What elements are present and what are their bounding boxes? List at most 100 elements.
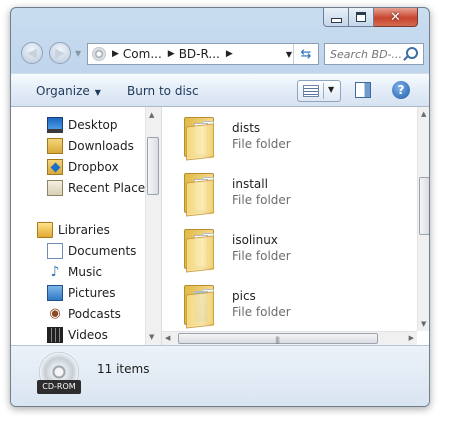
navigation-pane: Desktop Downloads Dropbox Recent Places …: [11, 107, 162, 345]
breadcrumb-chevron-icon[interactable]: ▶: [112, 49, 119, 59]
preview-pane-button[interactable]: [355, 82, 371, 98]
libraries-icon: [37, 222, 53, 238]
search-input[interactable]: [330, 47, 410, 61]
horizontal-scrollbar[interactable]: ◀ ||| ▶: [162, 331, 417, 345]
scrollbar-thumb[interactable]: [419, 177, 429, 235]
nav-item-label: Dropbox: [68, 160, 119, 174]
scroll-up-icon[interactable]: ▲: [149, 111, 154, 119]
list-item[interactable]: install File folder: [182, 171, 412, 219]
nav-item-label: Pictures: [68, 286, 116, 300]
nav-item-music[interactable]: ♪ Music: [47, 262, 103, 282]
breadcrumb-drive[interactable]: BD-R...: [179, 47, 220, 61]
nav-item-downloads[interactable]: Downloads: [47, 136, 134, 156]
scroll-up-icon[interactable]: ▲: [421, 110, 426, 118]
nav-item-label: Libraries: [58, 223, 110, 237]
podcasts-icon: ◉: [49, 306, 61, 321]
nav-item-videos[interactable]: Videos: [47, 325, 108, 345]
nav-item-dropbox[interactable]: Dropbox: [47, 157, 119, 177]
explorer-window: ✕ ◀ ▶ ▼ ▶ Com... ▶ BD-R... ▶ ▼ ⇆ Organiz…: [10, 7, 430, 407]
desktop-icon: [47, 117, 63, 133]
downloads-folder-icon: [47, 138, 63, 154]
burn-to-disc-button[interactable]: Burn to disc: [127, 84, 199, 98]
nav-item-pictures[interactable]: Pictures: [47, 283, 116, 303]
file-name: dists: [232, 121, 261, 135]
organize-label: Organize: [36, 84, 90, 98]
search-box[interactable]: [324, 43, 424, 65]
back-button[interactable]: ◀: [21, 42, 43, 64]
scroll-down-icon[interactable]: ▼: [149, 333, 154, 341]
nav-item-label: Recent Places: [68, 181, 152, 195]
cd-rom-drive-icon: CD-ROM: [37, 352, 81, 398]
file-type: File folder: [232, 305, 291, 319]
nav-item-documents[interactable]: Documents: [47, 241, 136, 261]
nav-item-label: Downloads: [68, 139, 134, 153]
chevron-down-icon[interactable]: ▼: [328, 85, 334, 94]
back-arrow-icon: ◀: [27, 45, 37, 61]
pictures-icon: [47, 285, 63, 301]
change-view-button[interactable]: ▼: [297, 80, 341, 102]
address-dropdown-icon[interactable]: ▼: [286, 50, 292, 59]
refresh-button[interactable]: ⇆: [293, 44, 318, 64]
help-icon: ?: [397, 83, 405, 97]
nav-item-desktop[interactable]: Desktop: [47, 115, 118, 135]
minimize-icon: [330, 17, 342, 23]
documents-icon: [47, 243, 63, 259]
pictures-folder-icon: [182, 283, 218, 329]
organize-button[interactable]: Organize ▼: [36, 84, 101, 98]
breadcrumb-chevron-icon[interactable]: ▶: [226, 49, 233, 59]
file-name: pics: [232, 289, 256, 303]
drive-label: CD-ROM: [37, 380, 81, 394]
vertical-scrollbar[interactable]: ▲ ▼: [417, 107, 429, 331]
close-button[interactable]: ✕: [374, 8, 418, 27]
recent-places-icon: [47, 180, 63, 196]
dropbox-folder-icon: [47, 159, 63, 175]
minimize-button[interactable]: [323, 8, 349, 27]
scroll-left-icon[interactable]: ◀: [165, 334, 170, 342]
folder-icon: [182, 115, 218, 161]
nav-item-label: Music: [68, 265, 103, 279]
list-item[interactable]: pics File folder: [182, 283, 412, 331]
file-name: install: [232, 177, 268, 191]
file-list: dists File folder install File folder is…: [162, 107, 429, 345]
refresh-icon: ⇆: [300, 46, 312, 62]
item-count: 11 items: [97, 362, 150, 376]
scrollbar-thumb[interactable]: [147, 137, 159, 195]
search-icon[interactable]: [406, 47, 418, 59]
nav-item-recent-places[interactable]: Recent Places: [47, 178, 151, 198]
folder-icon: [182, 227, 218, 273]
cd-drive-icon: [92, 47, 106, 61]
breadcrumb-computer[interactable]: Com...: [123, 47, 162, 61]
nav-item-libraries[interactable]: Libraries: [37, 220, 110, 240]
scrollbar-thumb[interactable]: |||: [178, 333, 378, 344]
file-type: File folder: [232, 137, 291, 151]
nav-item-label: Desktop: [68, 118, 118, 132]
recent-pages-dropdown[interactable]: ▼: [75, 49, 81, 58]
file-type: File folder: [232, 249, 291, 263]
folder-icon: [182, 171, 218, 217]
divider: [323, 83, 324, 99]
nav-pane-scrollbar[interactable]: ▲ ▼: [145, 107, 161, 345]
scroll-right-icon[interactable]: ▶: [409, 334, 414, 342]
music-icon: ♪: [50, 264, 60, 280]
breadcrumb-chevron-icon[interactable]: ▶: [168, 49, 175, 59]
nav-item-label: Videos: [68, 328, 108, 342]
list-item[interactable]: isolinux File folder: [182, 227, 412, 275]
list-item[interactable]: dists File folder: [182, 115, 412, 163]
command-bar: Organize ▼ Burn to disc ▼ ?: [11, 73, 429, 107]
maximize-button[interactable]: [349, 8, 374, 27]
help-button[interactable]: ?: [392, 81, 410, 99]
nav-item-label: Podcasts: [68, 307, 121, 321]
nav-item-podcasts[interactable]: ◉ Podcasts: [47, 304, 121, 324]
scroll-down-icon[interactable]: ▼: [421, 320, 426, 328]
grip-icon: |||: [275, 336, 280, 344]
forward-button[interactable]: ▶: [49, 42, 71, 64]
forward-arrow-icon: ▶: [55, 45, 65, 61]
nav-item-label: Documents: [68, 244, 137, 258]
chevron-down-icon: ▼: [94, 88, 101, 97]
details-view-icon: [303, 85, 319, 97]
file-type: File folder: [232, 193, 291, 207]
videos-icon: [47, 327, 63, 343]
details-pane: CD-ROM 11 items: [11, 345, 429, 406]
navigation-row: ◀ ▶ ▼ ▶ Com... ▶ BD-R... ▶ ▼ ⇆: [11, 39, 429, 69]
address-bar[interactable]: ▶ Com... ▶ BD-R... ▶ ▼ ⇆: [87, 43, 319, 65]
